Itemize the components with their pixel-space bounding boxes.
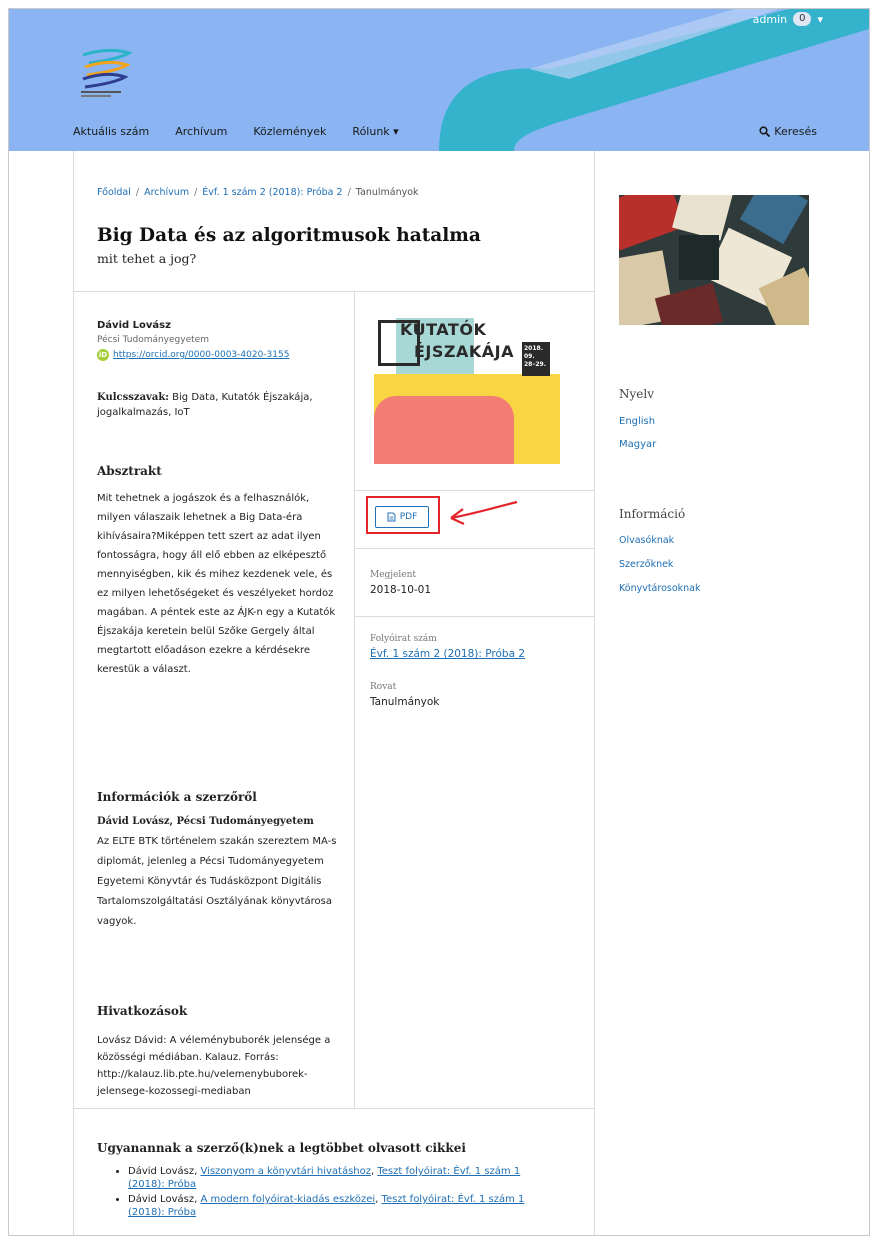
published-date: 2018-10-01 bbox=[370, 584, 432, 596]
divider bbox=[355, 490, 595, 491]
author-name: Dávid Lovász bbox=[97, 320, 171, 331]
abstract-text: Mit tehetnek a jogászok és a felhasználó… bbox=[97, 493, 336, 675]
section-value: Tanulmányok bbox=[370, 696, 440, 708]
list-item: Dávid Lovász, A modern folyóirat-kiadás … bbox=[128, 1193, 554, 1219]
nav-item-about[interactable]: Rólunk ▾ bbox=[352, 125, 398, 138]
issue-label: Folyóirat szám bbox=[370, 634, 437, 644]
issue-cover-image[interactable]: KUTATÓK ÉJSZAKÁJA 2018. 09. 28–29. bbox=[374, 310, 560, 464]
notification-count-badge: 0 bbox=[793, 12, 812, 26]
most-read-author: Dávid Lovász, bbox=[128, 1194, 198, 1205]
sidebar: Nyelv English Magyar Információ Olvasókn… bbox=[595, 151, 869, 1235]
section-label: Rovat bbox=[370, 682, 397, 692]
page-frame: admin 0 ▾ Aktuális szám Archívum Közlemé… bbox=[8, 8, 870, 1236]
info-link-readers[interactable]: Olvasóknak bbox=[619, 535, 674, 546]
most-read-article-link[interactable]: A modern folyóirat-kiadás eszközei bbox=[200, 1194, 375, 1205]
nav-item-archive[interactable]: Archívum bbox=[175, 125, 227, 138]
pdf-download-button[interactable]: PDF bbox=[375, 506, 429, 528]
user-menu[interactable]: admin 0 ▾ bbox=[753, 12, 823, 26]
issue-link[interactable]: Évf. 1 szám 2 (2018): Próba 2 bbox=[370, 648, 525, 660]
divider bbox=[74, 1108, 594, 1109]
about-author-block: Dávid Lovász, Pécsi Tudományegyetem Az E… bbox=[97, 812, 345, 932]
keywords: Kulcsszavak: Big Data, Kutatók Éjszakája… bbox=[97, 390, 337, 420]
breadcrumb-home[interactable]: Főoldal bbox=[97, 187, 131, 198]
user-name[interactable]: admin bbox=[753, 13, 787, 26]
file-pdf-icon bbox=[387, 512, 396, 522]
search-label: Keresés bbox=[774, 125, 817, 138]
site-header: admin 0 ▾ Aktuális szám Archívum Közlemé… bbox=[9, 9, 869, 151]
most-read-author: Dávid Lovász, bbox=[128, 1166, 198, 1177]
main-content: Főoldal / Archívum / Évf. 1 szám 2 (2018): P… bbox=[73, 151, 595, 1235]
orcid-link[interactable]: https://orcid.org/0000-0003-4020-3155 bbox=[113, 350, 289, 360]
most-read-list: Dávid Lovász, Viszonyom a könyvtári hiva… bbox=[114, 1165, 554, 1221]
orcid-icon: iD bbox=[97, 349, 109, 361]
breadcrumb: Főoldal / Archívum / Évf. 1 szám 2 (2018): P… bbox=[97, 187, 419, 198]
cover-title-line1: KUTATÓK bbox=[400, 320, 487, 339]
search-link[interactable]: Keresés bbox=[759, 125, 817, 138]
references-text: Lovász Dávid: A véleménybuborék jelenség… bbox=[97, 1035, 331, 1097]
books-image bbox=[619, 195, 809, 325]
breadcrumb-issue[interactable]: Évf. 1 szám 2 (2018): Próba 2 bbox=[202, 187, 342, 198]
cover-date: 2018. 09. 28–29. bbox=[522, 342, 550, 376]
author-affiliation: Pécsi Tudományegyetem bbox=[97, 335, 209, 345]
orcid-row: iD https://orcid.org/0000-0003-4020-3155 bbox=[97, 349, 289, 361]
search-icon bbox=[759, 126, 771, 137]
references-heading: Hivatkozások bbox=[97, 1004, 188, 1018]
abstract-heading: Absztrakt bbox=[97, 464, 162, 478]
chevron-down-icon: ▾ bbox=[393, 125, 399, 138]
most-read-article-link[interactable]: Viszonyom a könyvtári hivatáshoz bbox=[200, 1166, 371, 1177]
cover-title-line2: ÉJSZAKÁJA bbox=[414, 342, 515, 361]
most-read-heading: Ugyanannak a szerző(k)nek a legtöbbet ol… bbox=[97, 1141, 466, 1155]
nav-item-about-label: Rólunk bbox=[352, 125, 390, 138]
info-heading: Információ bbox=[619, 507, 686, 521]
keywords-label: Kulcsszavak: bbox=[97, 392, 169, 403]
article-subtitle: mit tehet a jog? bbox=[97, 251, 197, 266]
article-title: Big Data és az algoritmusok hatalma bbox=[97, 225, 481, 246]
language-english[interactable]: English bbox=[619, 416, 655, 427]
red-arrow-annotation bbox=[450, 500, 518, 525]
breadcrumb-archive[interactable]: Archívum bbox=[144, 187, 189, 198]
published-label: Megjelent bbox=[370, 570, 417, 580]
divider bbox=[355, 616, 595, 617]
about-author-text: Az ELTE BTK történelem szakán szereztem … bbox=[97, 836, 337, 927]
list-item: Dávid Lovász, Viszonyom a könyvtári hiva… bbox=[128, 1165, 554, 1191]
about-author-heading: Információk a szerzőről bbox=[97, 790, 257, 804]
nav-item-announcements[interactable]: Közlemények bbox=[253, 125, 326, 138]
language-magyar[interactable]: Magyar bbox=[619, 439, 656, 450]
info-link-authors[interactable]: Szerzőknek bbox=[619, 559, 673, 570]
nav-item-current-issue[interactable]: Aktuális szám bbox=[73, 125, 149, 138]
about-author-name: Dávid Lovász, Pécsi Tudományegyetem bbox=[97, 816, 314, 827]
language-heading: Nyelv bbox=[619, 387, 654, 401]
chevron-down-icon: ▾ bbox=[817, 12, 823, 26]
journal-logo[interactable] bbox=[79, 47, 139, 103]
info-link-librarians[interactable]: Könyvtárosoknak bbox=[619, 583, 701, 594]
pdf-label: PDF bbox=[399, 512, 418, 522]
article-details-column: KUTATÓK ÉJSZAKÁJA 2018. 09. 28–29. PDF M… bbox=[355, 292, 595, 1108]
article-main-column: Dávid Lovász Pécsi Tudományegyetem iD ht… bbox=[74, 292, 355, 1108]
divider bbox=[355, 548, 595, 549]
primary-nav: Aktuális szám Archívum Közlemények Rólun… bbox=[73, 125, 425, 138]
breadcrumb-current: Tanulmányok bbox=[355, 187, 419, 198]
